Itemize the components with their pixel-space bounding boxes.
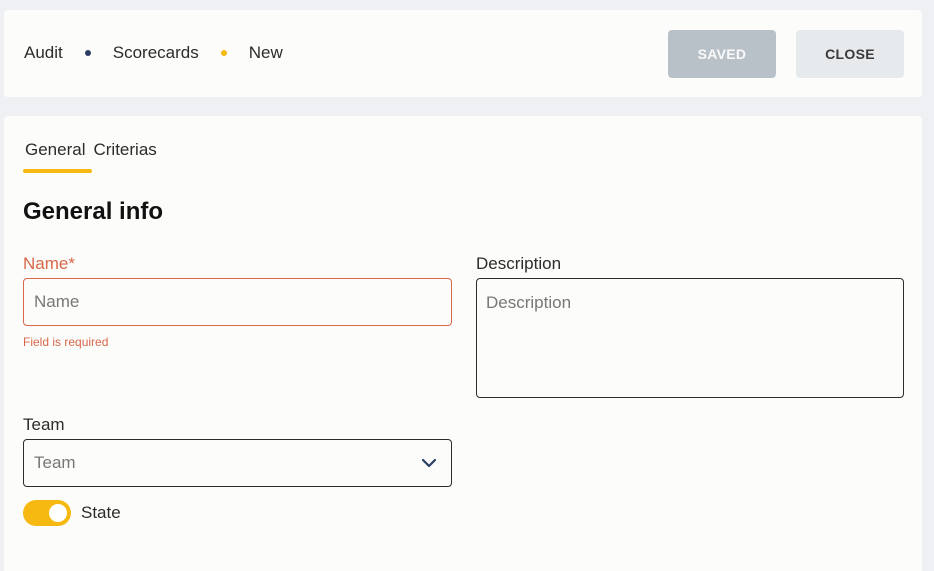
team-select[interactable]: Team (23, 439, 452, 487)
tab-criterias[interactable]: Criterias (93, 140, 156, 160)
name-error-message: Field is required (23, 335, 109, 349)
active-tab-indicator (23, 169, 92, 173)
form-card: General Criterias General info Name* Nam… (4, 116, 922, 571)
state-toggle[interactable] (23, 500, 71, 526)
breadcrumb-separator-dot (220, 50, 227, 56)
breadcrumb-separator-dot (84, 50, 91, 56)
name-label: Name* (23, 254, 75, 273)
toggle-knob (49, 504, 67, 522)
description-textarea[interactable]: Description (476, 278, 904, 398)
breadcrumb-item-audit[interactable]: Audit (24, 43, 63, 63)
section-title: General info (23, 198, 164, 225)
team-placeholder: Team (34, 453, 76, 472)
description-placeholder: Description (486, 293, 572, 312)
name-input[interactable]: Name (23, 278, 452, 326)
team-label: Team (23, 415, 65, 434)
top-bar: Audit Scorecards New SAVED CLOSE (4, 10, 922, 97)
description-label: Description (476, 254, 562, 273)
tab-general[interactable]: General (23, 140, 87, 160)
breadcrumb: Audit Scorecards New (24, 43, 283, 63)
tab-bar: General Criterias (23, 140, 157, 160)
breadcrumb-item-scorecards[interactable]: Scorecards (113, 43, 199, 63)
close-button[interactable]: CLOSE (796, 30, 904, 78)
state-label: State (81, 503, 121, 522)
breadcrumb-item-new: New (248, 43, 283, 62)
name-placeholder: Name (34, 292, 80, 311)
chevron-down-icon (421, 458, 437, 468)
saved-button[interactable]: SAVED (668, 30, 776, 78)
